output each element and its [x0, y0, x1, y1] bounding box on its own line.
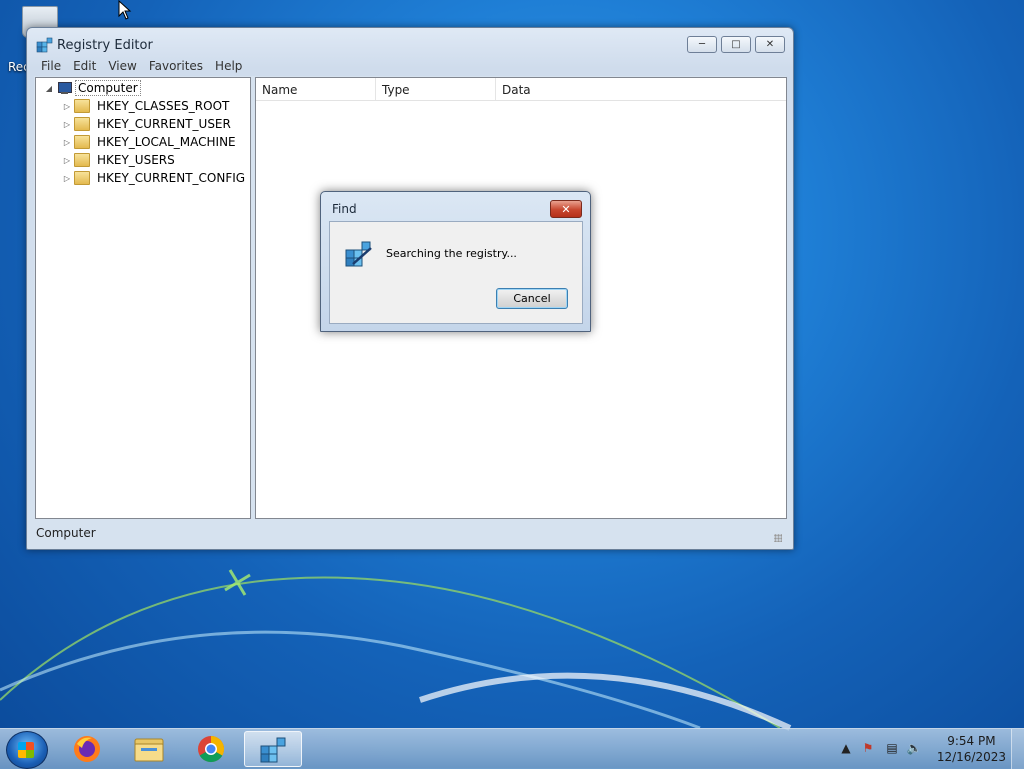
close-icon: ✕: [765, 38, 775, 50]
tree-node-hku[interactable]: ▷ HKEY_USERS: [62, 151, 177, 169]
dialog-body: Searching the registry... Cancel: [329, 221, 583, 324]
folder-icon: [74, 99, 90, 113]
maximize-button[interactable]: □: [721, 36, 751, 53]
close-button[interactable]: ✕: [755, 36, 785, 53]
start-button[interactable]: [6, 731, 48, 769]
chrome-icon: [198, 735, 225, 763]
cancel-button[interactable]: Cancel: [496, 288, 568, 309]
window-controls: ─ □ ✕: [687, 36, 785, 53]
tree-node-hkcr[interactable]: ▷ HKEY_CLASSES_ROOT: [62, 97, 231, 115]
minimize-button[interactable]: ─: [687, 36, 717, 53]
dialog-close-button[interactable]: ✕: [550, 200, 582, 218]
tree-node-hklm[interactable]: ▷ HKEY_LOCAL_MACHINE: [62, 133, 238, 151]
column-header-name[interactable]: Name: [256, 78, 376, 100]
expand-icon[interactable]: ▷: [62, 120, 72, 129]
minimize-icon: ─: [698, 38, 706, 50]
folder-icon: [74, 171, 90, 185]
clock-date: 12/16/2023: [936, 750, 1006, 764]
volume-icon[interactable]: 🔈: [906, 741, 922, 757]
menu-help[interactable]: Help: [209, 58, 248, 76]
column-headers: Name Type Data: [256, 78, 786, 101]
firefox-icon: [74, 736, 100, 762]
clock[interactable]: 9:54 PM 12/16/2023: [937, 733, 1006, 765]
column-header-type[interactable]: Type: [376, 78, 496, 100]
expand-icon[interactable]: ▷: [62, 174, 72, 183]
taskbar-file-explorer[interactable]: [120, 731, 178, 767]
tree-node-hkcc[interactable]: ▷ HKEY_CURRENT_CONFIG: [62, 169, 247, 187]
folder-icon: [74, 117, 90, 131]
folder-icon: [74, 153, 90, 167]
menu-edit[interactable]: Edit: [67, 58, 102, 76]
expand-icon[interactable]: ▷: [62, 138, 72, 147]
tree-label-computer: Computer: [75, 80, 141, 96]
taskbar-chrome[interactable]: [182, 731, 240, 767]
tree-label: HKEY_CURRENT_USER: [97, 117, 231, 131]
mouse-cursor-icon: [118, 0, 132, 20]
registry-search-icon: [345, 241, 372, 267]
folder-icon: [74, 135, 90, 149]
menu-favorites[interactable]: Favorites: [143, 58, 209, 76]
system-tray: ▲ ⚑ ▤ 🔈 9:54 PM 12/16/2023: [834, 729, 1024, 769]
computer-icon: [56, 81, 72, 95]
column-header-data[interactable]: Data: [496, 78, 786, 100]
taskbar-registry-editor[interactable]: [244, 731, 302, 767]
registry-editor-icon: [36, 37, 53, 53]
tree-label: HKEY_CURRENT_CONFIG: [97, 171, 246, 185]
registry-editor-icon: [260, 737, 286, 763]
show-desktop-button[interactable]: [1011, 729, 1024, 769]
tree-node-hkcu[interactable]: ▷ HKEY_CURRENT_USER: [62, 115, 233, 133]
show-hidden-icons-icon[interactable]: ▲: [838, 741, 854, 757]
menu-bar: File Edit View Favorites Help: [35, 58, 248, 76]
menu-view[interactable]: View: [102, 58, 142, 76]
clock-time: 9:54 PM: [947, 734, 996, 748]
action-center-flag-icon[interactable]: ⚑: [860, 741, 876, 757]
find-dialog: Find ✕ Searching the registry... Cancel: [320, 191, 591, 332]
title-bar[interactable]: Registry Editor ─ □ ✕: [27, 28, 793, 60]
resize-grip[interactable]: [774, 534, 782, 542]
taskbar-firefox[interactable]: [58, 731, 116, 767]
tree-label: HKEY_CLASSES_ROOT: [97, 99, 230, 113]
status-bar: Computer: [34, 522, 786, 544]
tree-label: HKEY_USERS: [97, 153, 175, 167]
expand-icon[interactable]: ▷: [62, 156, 72, 165]
tree-label: HKEY_LOCAL_MACHINE: [97, 135, 236, 149]
close-icon: ✕: [561, 202, 571, 216]
dialog-message: Searching the registry...: [386, 247, 517, 260]
expand-icon[interactable]: ▷: [62, 102, 72, 111]
dialog-title: Find: [332, 202, 357, 216]
status-path: Computer: [36, 526, 96, 540]
collapse-icon[interactable]: ◢: [44, 84, 54, 93]
file-explorer-icon: [134, 738, 164, 762]
registry-tree[interactable]: ◢ Computer ▷ HKEY_CLASSES_ROOT ▷ HKEY_CU…: [35, 77, 251, 519]
maximize-icon: □: [731, 38, 741, 50]
network-icon[interactable]: ▤: [884, 741, 900, 757]
tree-node-computer[interactable]: ◢ Computer: [44, 79, 141, 97]
window-title: Registry Editor: [57, 38, 153, 53]
menu-file[interactable]: File: [35, 58, 67, 76]
taskbar: ▲ ⚑ ▤ 🔈 9:54 PM 12/16/2023: [0, 728, 1024, 769]
windows-logo-icon: [18, 742, 34, 758]
